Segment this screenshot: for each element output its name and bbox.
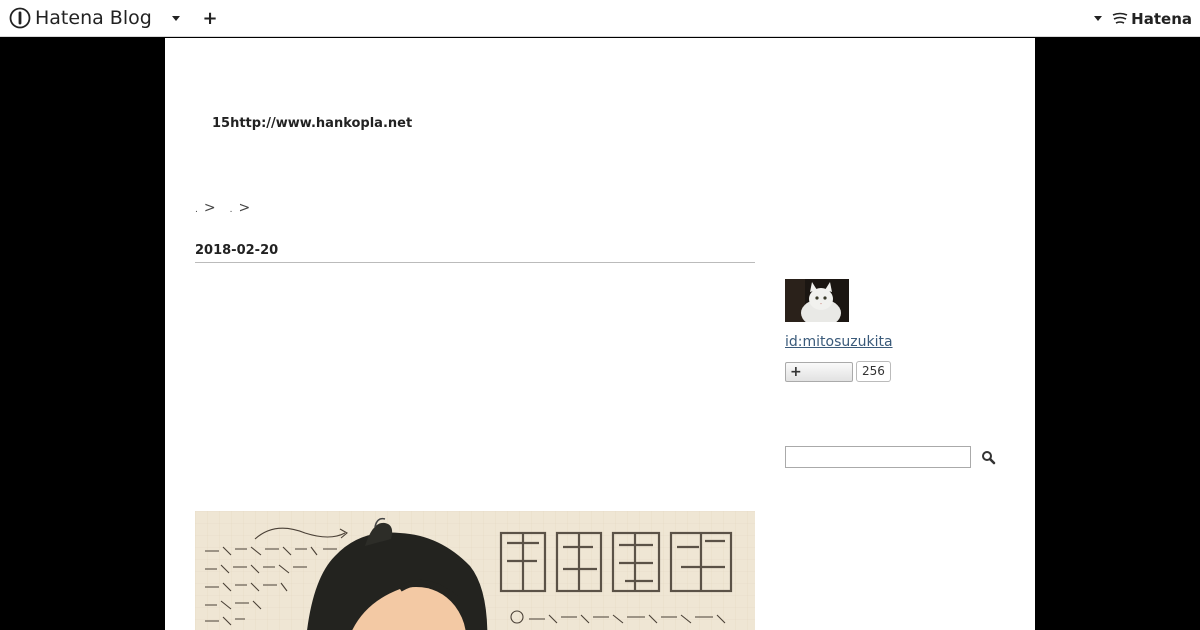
search-icon [982, 451, 996, 465]
breadcrumb-dot[interactable]: . [230, 205, 233, 215]
entry-date[interactable]: 2018-02-20 [195, 243, 278, 258]
profile-id-link[interactable]: id:mitosuzukita [785, 334, 893, 350]
blog-page: 15http://www.hankopla.net . > . > 2018-0… [165, 38, 1035, 630]
follower-count-badge[interactable]: 256 [856, 361, 891, 382]
hatena-logo-icon [1112, 12, 1128, 24]
entry-illustration [195, 511, 755, 630]
hatena-blog-home-link[interactable]: Hatena Blog [9, 6, 152, 30]
brand-label: Hatena Blog [35, 7, 152, 29]
follow-plus-icon: + [790, 364, 802, 380]
hatena-blog-logo-icon [9, 7, 31, 29]
hatena-home-link[interactable]: Hatena [1111, 8, 1192, 30]
blog-menu-dropdown[interactable] [166, 8, 186, 28]
profile-avatar[interactable] [785, 279, 849, 322]
illustration-drawing [195, 511, 755, 630]
new-post-button[interactable]: + [200, 7, 220, 29]
breadcrumb: . > . > [195, 200, 258, 216]
search-input[interactable] [785, 446, 971, 468]
chevron-down-icon [1094, 15, 1102, 21]
chevron-down-icon [172, 15, 180, 21]
white-cat-photo [785, 279, 849, 322]
blog-title[interactable]: 15http://www.hankopla.net [212, 116, 412, 131]
breadcrumb-separator: > [203, 200, 216, 216]
breadcrumb-separator: > [238, 200, 251, 216]
user-menu-dropdown[interactable] [1088, 8, 1108, 28]
follow-button[interactable]: + [785, 362, 853, 382]
search-button[interactable] [980, 449, 998, 467]
hatena-label: Hatena [1131, 10, 1192, 28]
top-navbar: Hatena Blog + Hatena [0, 0, 1200, 37]
entry-divider [195, 262, 755, 263]
breadcrumb-dot[interactable]: . [195, 205, 198, 215]
